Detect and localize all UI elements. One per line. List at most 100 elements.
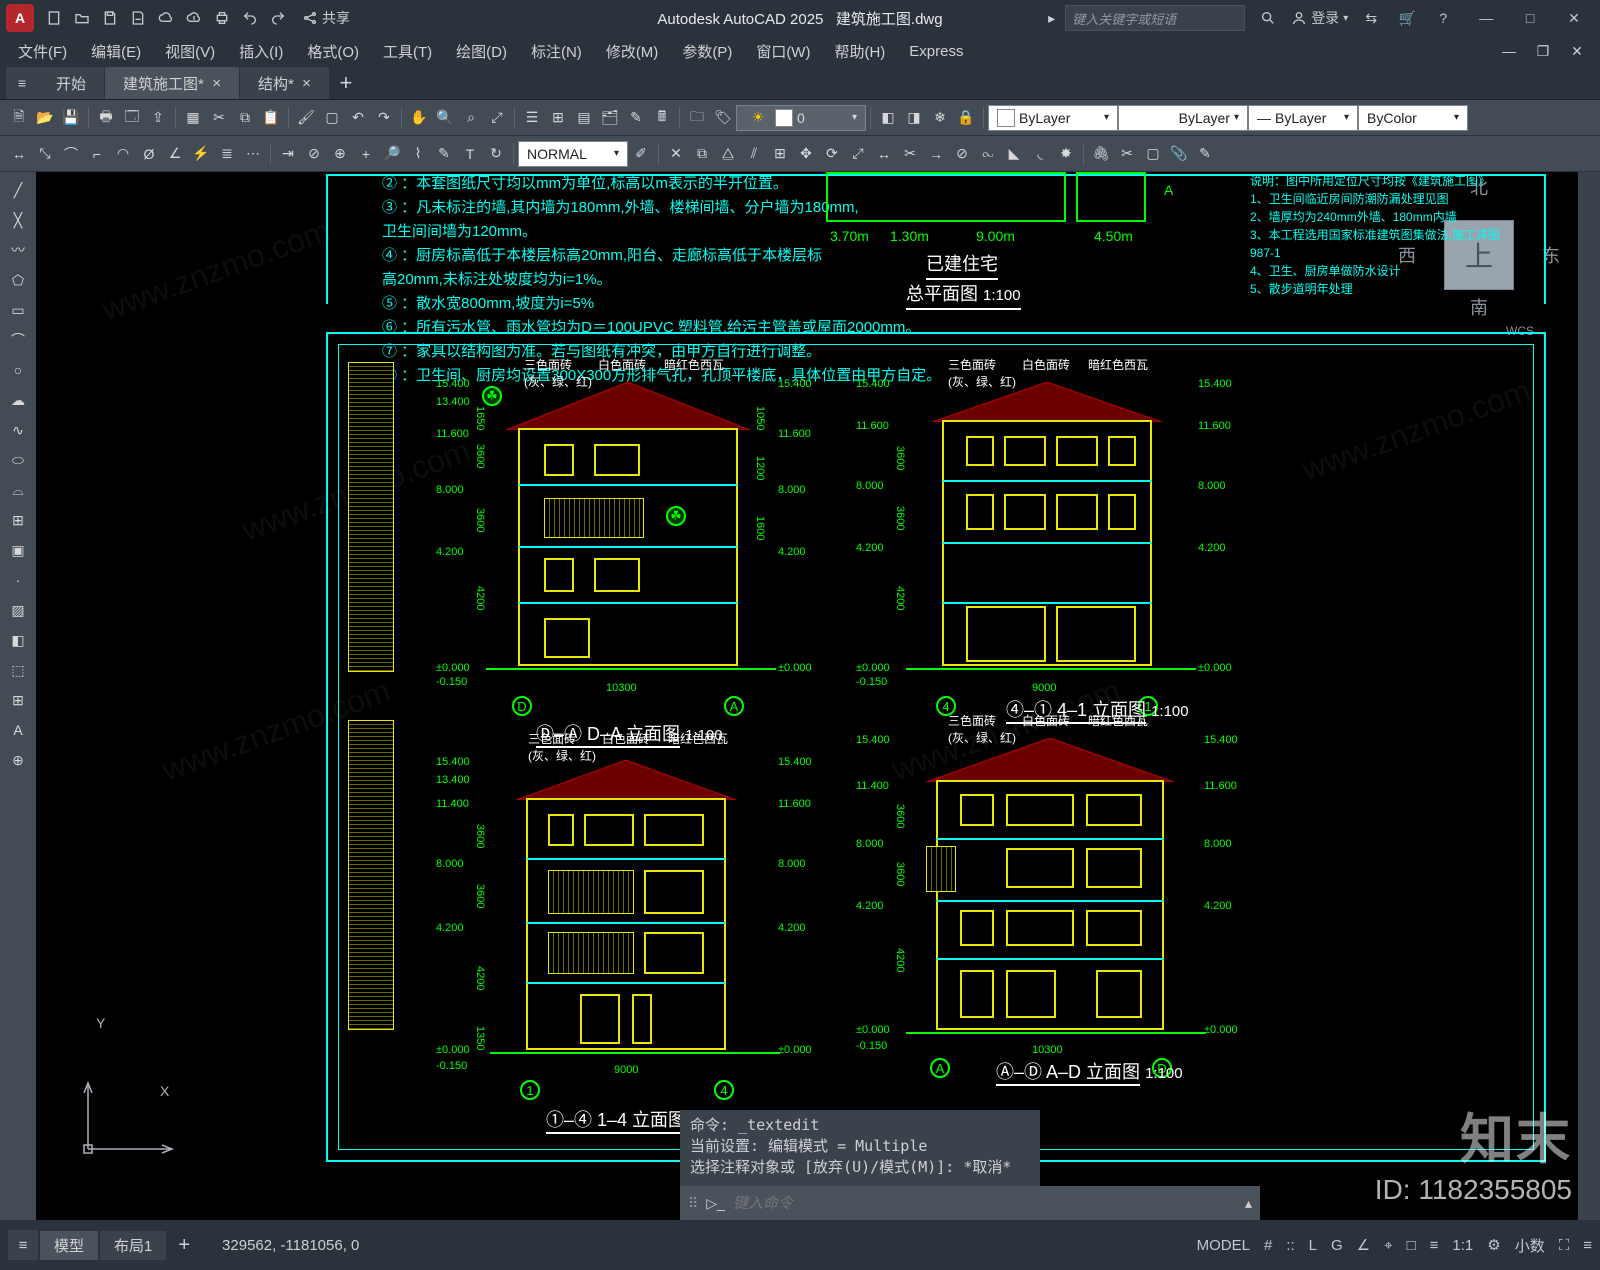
status-transparency-icon[interactable]: ≡ xyxy=(1430,1237,1439,1254)
ref-attach-icon[interactable]: 🖇 xyxy=(1088,141,1114,167)
draw-spline-icon[interactable]: ∿ xyxy=(4,416,32,444)
menu-file[interactable]: 文件(F) xyxy=(6,41,79,62)
signin-button[interactable]: 登录▾ xyxy=(1291,5,1348,31)
draw-region-icon[interactable]: ⬚ xyxy=(4,656,32,684)
menu-insert[interactable]: 插入(I) xyxy=(227,41,295,62)
tb-layeriso-icon[interactable]: ◧ xyxy=(875,105,901,131)
tb-print-icon[interactable]: 🖶 xyxy=(93,105,119,131)
tb-props-icon[interactable]: ☰ xyxy=(519,105,545,131)
menu-format[interactable]: 格式(O) xyxy=(295,41,371,62)
dim-break-icon[interactable]: ⊘ xyxy=(301,141,327,167)
tb-pan-icon[interactable]: ✋ xyxy=(406,105,432,131)
inspection-icon[interactable]: 🔎 xyxy=(379,141,405,167)
ref-ul-icon[interactable]: 📎 xyxy=(1166,141,1192,167)
draw-point-icon[interactable]: · xyxy=(4,566,32,594)
center-mark-icon[interactable]: + xyxy=(353,141,379,167)
tb-zoom-window-icon[interactable]: ⌕ xyxy=(458,105,484,131)
menu-draw[interactable]: 绘图(D) xyxy=(444,41,519,62)
dim-ordinate-icon[interactable]: ⌐ xyxy=(84,141,110,167)
share-button[interactable]: 共享 xyxy=(302,8,350,28)
mod-fillet-icon[interactable]: ◟ xyxy=(1027,141,1053,167)
dim-angular-icon[interactable]: ∠ xyxy=(162,141,188,167)
tb-match-icon[interactable]: 🖌 xyxy=(293,105,319,131)
mod-array-icon[interactable]: ⊞ xyxy=(767,141,793,167)
dim-update-icon[interactable]: ↻ xyxy=(483,141,509,167)
mod-mirror-icon[interactable]: ⧋ xyxy=(715,141,741,167)
mod-chamfer-icon[interactable]: ◣ xyxy=(1001,141,1027,167)
tb-layeroff-icon[interactable]: ◨ xyxy=(901,105,927,131)
qat-save-icon[interactable] xyxy=(98,6,122,30)
dimstyle-icon[interactable]: ✐ xyxy=(628,141,654,167)
tb-redo-icon[interactable]: ↷ xyxy=(371,105,397,131)
tb-save-icon[interactable]: 💾 xyxy=(58,105,84,131)
tb-ssm-icon[interactable]: 🗂 xyxy=(597,105,623,131)
draw-ellipse-icon[interactable]: ⬭ xyxy=(4,446,32,474)
doc-close-icon[interactable]: ✕ xyxy=(1560,43,1594,60)
tb-undo-icon[interactable]: ↶ xyxy=(345,105,371,131)
dim-linear-icon[interactable]: ↔ xyxy=(6,141,32,167)
app-store-icon[interactable]: 🛒 xyxy=(1394,5,1420,31)
menu-window[interactable]: 窗口(W) xyxy=(744,41,822,62)
tb-zoom-icon[interactable]: 🔍 xyxy=(432,105,458,131)
mod-explode-icon[interactable]: ✸ xyxy=(1053,141,1079,167)
draw-xline-icon[interactable]: ╳ xyxy=(4,206,32,234)
dim-diameter-icon[interactable]: Ø xyxy=(136,141,162,167)
cmd-expand-icon[interactable]: ▴ xyxy=(1245,1195,1252,1212)
tb-layer-icon[interactable]: 🗀 xyxy=(684,105,710,131)
tb-batch-icon[interactable]: ▦ xyxy=(180,105,206,131)
command-input[interactable] xyxy=(733,1195,1237,1212)
mod-rotate-icon[interactable]: ⟳ xyxy=(819,141,845,167)
draw-ellipsearc-icon[interactable]: ⌓ xyxy=(4,476,32,504)
draw-circle-icon[interactable]: ○ xyxy=(4,356,32,384)
mod-erase-icon[interactable]: ✕ xyxy=(663,141,689,167)
maximize-icon[interactable]: □ xyxy=(1510,10,1550,26)
qat-cloud-save-icon[interactable] xyxy=(182,6,206,30)
jog-icon[interactable]: ⌇ xyxy=(405,141,431,167)
draw-addsel-icon[interactable]: ⊕ xyxy=(4,746,32,774)
menu-view[interactable]: 视图(V) xyxy=(153,41,227,62)
tb-copy-icon[interactable]: ⧉ xyxy=(232,105,258,131)
menu-express[interactable]: Express xyxy=(897,43,975,60)
mod-extend-icon[interactable]: → xyxy=(923,141,949,167)
menu-tools[interactable]: 工具(T) xyxy=(371,41,444,62)
vertical-scrollbar[interactable] xyxy=(1578,172,1600,1220)
draw-block-icon[interactable]: ▣ xyxy=(4,536,32,564)
dim-baseline-icon[interactable]: ≣ xyxy=(214,141,240,167)
mod-copy-icon[interactable]: ⧉ xyxy=(689,141,715,167)
status-lwt-icon[interactable]: □ xyxy=(1407,1237,1416,1254)
qat-saveas-icon[interactable] xyxy=(126,6,150,30)
draw-pline-icon[interactable]: 〰 xyxy=(4,236,32,264)
draw-insert-icon[interactable]: ⊞ xyxy=(4,506,32,534)
mod-stretch-icon[interactable]: ↔ xyxy=(871,141,897,167)
tb-new-icon[interactable]: 🗎 xyxy=(6,105,32,131)
cmd-run-icon[interactable]: ▷_ xyxy=(706,1195,725,1212)
search-icon[interactable] xyxy=(1255,5,1281,31)
close-icon[interactable]: ✕ xyxy=(1554,10,1594,27)
help-icon[interactable]: ? xyxy=(1430,5,1456,31)
dim-aligned-icon[interactable]: ⤡ xyxy=(32,141,58,167)
dimtedit-icon[interactable]: T xyxy=(457,141,483,167)
status-fullscreen-icon[interactable]: ⛶ xyxy=(1559,1237,1570,1254)
draw-rect-icon[interactable]: ▭ xyxy=(4,296,32,324)
status-decimal[interactable]: 小数 xyxy=(1515,1235,1545,1256)
draw-arc-icon[interactable]: ⌒ xyxy=(4,326,32,354)
plotstyle-dropdown[interactable]: ByColor▾ xyxy=(1358,105,1468,131)
dimstyle-dropdown[interactable]: NORMAL▾ xyxy=(518,141,628,167)
menu-dimension[interactable]: 标注(N) xyxy=(519,41,594,62)
mod-break-icon[interactable]: ⊘ xyxy=(949,141,975,167)
tab-structure-dwg[interactable]: 结构* × xyxy=(240,67,330,99)
status-snap-icon[interactable]: :: xyxy=(1286,1237,1294,1254)
doc-minimize-icon[interactable]: — xyxy=(1492,43,1526,60)
status-gear-icon[interactable]: ⚙ xyxy=(1487,1236,1500,1254)
tb-layerlock-icon[interactable]: 🔒 xyxy=(953,105,979,131)
dim-continue-icon[interactable]: ⋯ xyxy=(240,141,266,167)
tb-dc-icon[interactable]: ⊞ xyxy=(545,105,571,131)
tb-open-icon[interactable]: 📂 xyxy=(32,105,58,131)
drawing-canvas[interactable]: www.znzmo.com www.znzmo.com www.znzmo.co… xyxy=(36,172,1578,1220)
ref-edit-icon[interactable]: ✎ xyxy=(1192,141,1218,167)
cmd-grip-icon[interactable]: ⠿ xyxy=(688,1195,698,1212)
add-tab-button[interactable]: + xyxy=(330,67,362,99)
status-scale[interactable]: 1:1 xyxy=(1452,1237,1473,1254)
menu-modify[interactable]: 修改(M) xyxy=(594,41,671,62)
tb-paste-icon[interactable]: 📋 xyxy=(258,105,284,131)
